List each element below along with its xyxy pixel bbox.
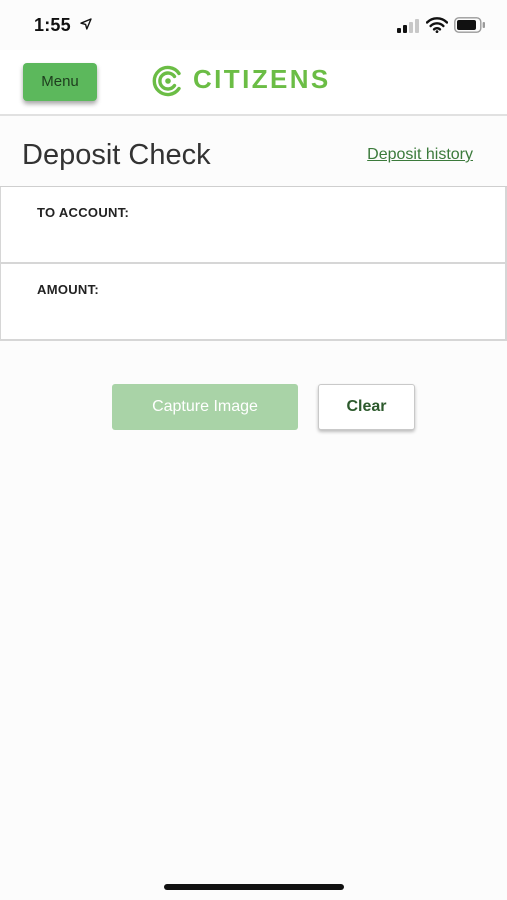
cellular-signal-icon xyxy=(397,19,419,33)
status-bar: 1:55 xyxy=(0,0,507,50)
wifi-icon xyxy=(426,17,448,33)
battery-icon xyxy=(454,17,485,33)
amount-field[interactable]: AMOUNT: xyxy=(0,264,507,341)
menu-button[interactable]: Menu xyxy=(23,63,97,101)
deposit-form: TO ACCOUNT: AMOUNT: xyxy=(0,186,507,341)
app-header: Menu CITIZENS xyxy=(0,50,507,116)
clear-button[interactable]: Clear xyxy=(318,384,415,430)
deposit-history-link[interactable]: Deposit history xyxy=(367,146,473,164)
status-time: 1:55 xyxy=(34,15,71,35)
location-arrow-icon xyxy=(80,18,92,30)
amount-label: AMOUNT: xyxy=(37,282,100,297)
deposit-check-screen: 1:55 Menu CITIZENS Deposit Check Deposit… xyxy=(0,0,507,900)
capture-image-button[interactable]: Capture Image xyxy=(112,384,298,430)
home-indicator[interactable] xyxy=(164,884,344,890)
brand-name: CITIZENS xyxy=(193,64,331,94)
to-account-label: TO ACCOUNT: xyxy=(37,205,130,220)
page-title: Deposit Check xyxy=(22,139,211,171)
to-account-field[interactable]: TO ACCOUNT: xyxy=(0,187,507,264)
citizens-logo-icon xyxy=(152,65,181,97)
